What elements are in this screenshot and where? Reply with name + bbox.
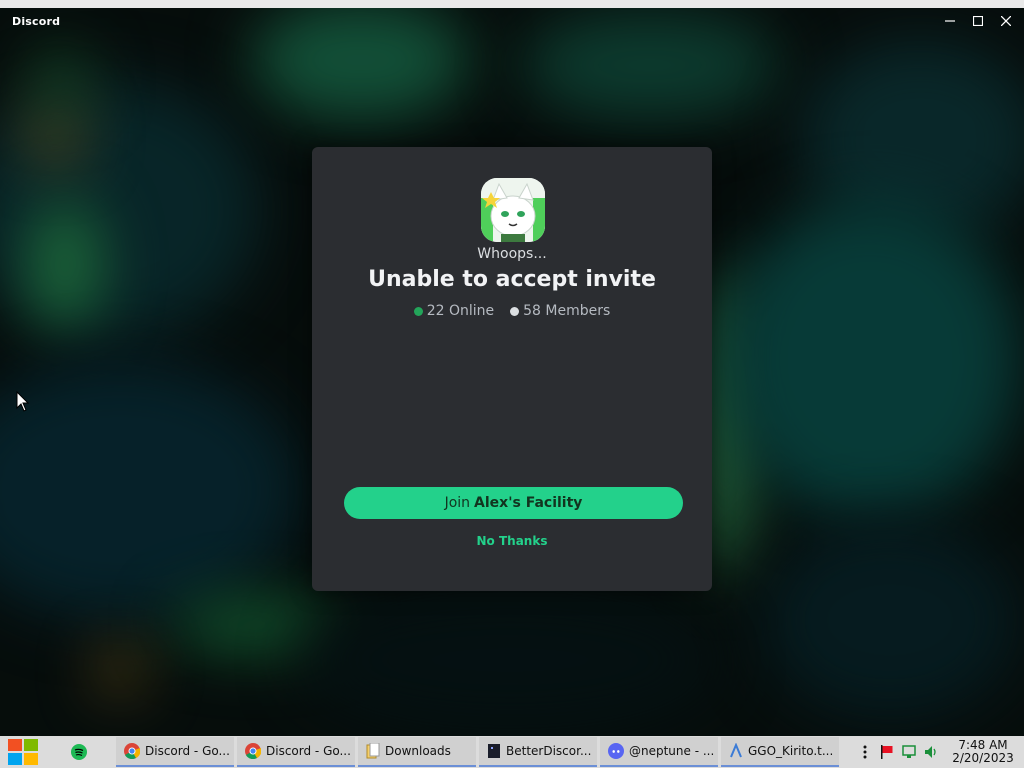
minimize-button[interactable]	[936, 10, 964, 32]
network-tray-button[interactable]	[898, 736, 920, 768]
close-icon	[1001, 16, 1011, 26]
app-title: Discord	[12, 14, 61, 28]
network-icon	[902, 745, 916, 758]
flag-tray-button[interactable]	[876, 736, 898, 768]
taskbar-item[interactable]: Discord - Go...	[116, 737, 234, 767]
taskbar-item-label: Discord - Go...	[266, 744, 351, 758]
taskbar-item-label: @neptune - ...	[629, 744, 715, 758]
taskbar-item-label: GGO_Kirito.t...	[748, 744, 834, 758]
discord-icon	[608, 743, 624, 759]
no-thanks-link[interactable]: No Thanks	[312, 534, 712, 548]
online-count: 22 Online	[426, 303, 495, 319]
taskbar: Discord - Go... Discord - Go... Download…	[0, 736, 1024, 768]
spotify-icon	[71, 744, 87, 760]
members-dot-icon	[510, 306, 520, 316]
online-stat: 22 Online	[413, 303, 495, 319]
terminal-icon	[488, 744, 500, 758]
modal-title: Unable to accept invite	[368, 267, 656, 292]
taskbar-item[interactable]: Downloads	[358, 737, 476, 767]
chrome-icon	[245, 743, 261, 759]
members-stat: 58 Members	[510, 303, 610, 319]
maximize-icon	[973, 16, 983, 26]
overflow-dots-icon	[863, 745, 867, 759]
file-icon	[730, 743, 742, 758]
taskbar-item[interactable]: GGO_Kirito.t...	[721, 737, 839, 767]
chrome-icon	[124, 743, 140, 759]
taskbar-item-label: Downloads	[385, 744, 451, 758]
minimize-icon	[945, 20, 955, 22]
modal-subtitle: Whoops...	[477, 246, 547, 262]
member-count: 58 Members	[523, 303, 611, 319]
invite-modal: Whoops... Unable to accept invite 22 Onl…	[312, 147, 712, 591]
online-dot-icon	[413, 306, 423, 316]
system-tray: 7:48 AM 2/20/2023	[854, 736, 1024, 768]
window-controls	[936, 10, 1020, 32]
mouse-cursor-icon	[16, 391, 30, 412]
volume-tray-button[interactable]	[920, 736, 942, 768]
top-strip	[0, 0, 1024, 8]
join-prefix: Join	[444, 495, 471, 511]
taskbar-item[interactable]: @neptune - ...	[600, 737, 718, 767]
volume-icon	[925, 746, 936, 758]
clock-date: 2/20/2023	[952, 751, 1014, 765]
taskbar-item-label: Discord - Go...	[145, 744, 230, 758]
join-server-name: Alex's Facility	[474, 495, 583, 511]
windows-logo-icon	[8, 739, 38, 765]
flag-icon	[881, 745, 893, 759]
title-bar: Discord	[0, 8, 1024, 34]
join-server-button[interactable]: Join Alex's Facility	[344, 487, 683, 519]
discord-window: Discord Whoops... Unable to accept invit…	[0, 0, 1024, 736]
start-button[interactable]	[0, 736, 46, 768]
server-stats: 22 Online 58 Members	[312, 303, 712, 319]
maximize-button[interactable]	[964, 10, 992, 32]
more-tray-button[interactable]	[854, 736, 876, 768]
server-avatar-icon	[481, 178, 545, 242]
spotify-taskbar-button[interactable]	[62, 736, 96, 768]
taskbar-item-label: BetterDiscor...	[506, 744, 592, 758]
close-button[interactable]	[992, 10, 1020, 32]
server-icon	[481, 178, 545, 242]
folder-icon	[366, 743, 380, 759]
taskbar-item[interactable]: BetterDiscor...	[479, 737, 597, 767]
clock[interactable]: 7:48 AM 2/20/2023	[942, 739, 1024, 765]
taskbar-item[interactable]: Discord - Go...	[237, 737, 355, 767]
